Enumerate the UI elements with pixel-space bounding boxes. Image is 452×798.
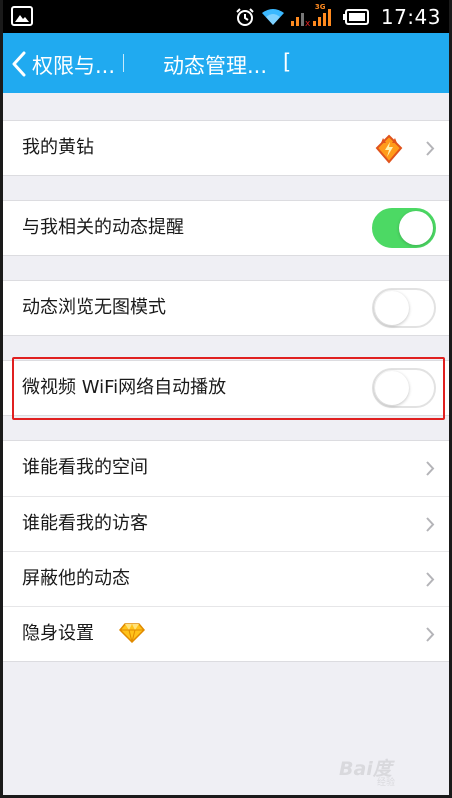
svg-text:x: x (305, 19, 311, 27)
status-icons: x 3G 17:43 (235, 0, 441, 33)
chevron-right-icon (426, 627, 435, 642)
signal-icon: x (290, 8, 331, 27)
wifi-autoplay-toggle[interactable] (372, 368, 436, 408)
wifi-icon (261, 8, 284, 25)
chevron-right-icon (426, 141, 435, 156)
toggle-knob (375, 291, 409, 325)
alarm-icon (236, 7, 254, 26)
signal-group: x 3G (290, 3, 337, 27)
list-item-who-visitors[interactable]: 谁能看我的访客 (3, 496, 449, 552)
phone-screen: x 3G 17:43 权限与... 动态管理... [我的黄钻 与我相关的动态… (0, 0, 452, 798)
list-item-label: 与我相关的动态提醒 (22, 217, 184, 238)
back-button-label[interactable]: 权限与... (32, 50, 115, 80)
page-title: 动态管理... (163, 54, 268, 78)
list-item-label: 动态浏览无图模式 (22, 297, 166, 318)
battery-icon (342, 8, 369, 25)
list-item-label: 微视频 WiFi网络自动播放 (22, 377, 227, 398)
list-item-yellow-diamond[interactable]: 我的黄钻 (3, 120, 449, 176)
list-item-label: 谁能看我的访客 (22, 513, 148, 534)
network-type-label: 3G (314, 2, 326, 11)
no-image-mode-toggle[interactable] (372, 288, 436, 328)
list-item-label: 谁能看我的空间 (22, 457, 148, 478)
title-bar: 权限与... 动态管理... [ (3, 33, 449, 93)
list-item-no-image-mode: 动态浏览无图模式 (3, 280, 449, 336)
page-title-extra: [ (283, 50, 292, 74)
chevron-right-icon (426, 461, 435, 476)
status-bar: x 3G 17:43 (3, 0, 449, 33)
list-item-stealth[interactable]: 隐身设置 (3, 606, 449, 662)
gem-icon (119, 623, 145, 643)
status-time: 17:43 (380, 4, 441, 29)
list-item-related-notify: 与我相关的动态提醒 (3, 200, 449, 256)
related-notify-toggle[interactable] (372, 208, 436, 248)
title-divider (123, 54, 124, 72)
list-item-wifi-autoplay: 微视频 WiFi网络自动播放 (3, 360, 449, 416)
list-item-label: 我的黄钻 (22, 137, 94, 158)
yellow-diamond-badge-icon (375, 134, 403, 164)
list-item-who-space[interactable]: 谁能看我的空间 (3, 440, 449, 496)
chevron-right-icon (426, 517, 435, 532)
photo-icon (11, 6, 33, 26)
toggle-knob (375, 371, 409, 405)
watermark-logo: Bai度 经验 (339, 758, 396, 788)
list-item-label: 隐身设置 (22, 623, 94, 644)
chevron-right-icon (426, 572, 435, 587)
toggle-knob (399, 211, 433, 245)
list-item-block-feeds[interactable]: 屏蔽他的动态 (3, 551, 449, 607)
list-item-label: 屏蔽他的动态 (22, 568, 130, 589)
back-chevron-icon[interactable] (11, 51, 27, 77)
